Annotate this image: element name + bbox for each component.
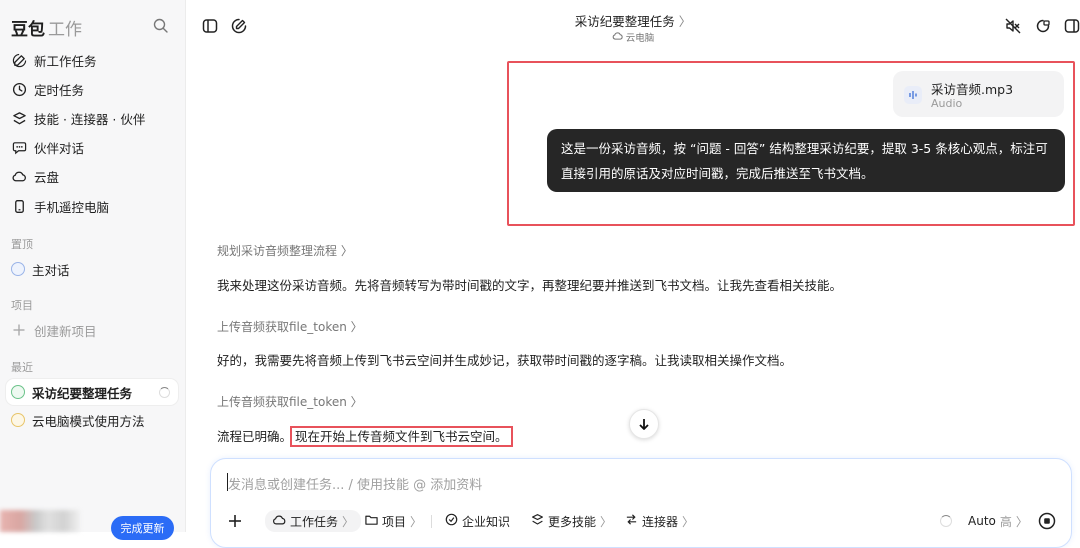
loading-spinner-icon <box>159 386 170 398</box>
chevron-right-icon: 〉 <box>410 514 423 529</box>
phone-icon <box>11 198 27 214</box>
connector-icon <box>625 513 638 529</box>
nav-new-task[interactable]: 新工作任务 <box>11 49 176 71</box>
nav-partner-chat[interactable]: 伙伴对话 <box>11 136 176 158</box>
enterprise-knowledge-label: 企业知识 <box>462 514 511 529</box>
plus-icon <box>229 515 241 527</box>
layers-icon <box>11 110 27 126</box>
section-projects-title: 项目 <box>11 299 33 312</box>
enterprise-knowledge-button[interactable]: 企业知识 <box>445 511 510 531</box>
section-pinned-title: 置顶 <box>11 238 33 251</box>
nav-scheduled-tasks[interactable]: 定时任务 <box>11 78 176 100</box>
brand-name: 豆包 <box>11 20 45 40</box>
pinned-item-label: 主对话 <box>32 262 70 278</box>
chat-avatar-icon <box>11 262 25 276</box>
more-skills-label: 更多技能 <box>548 514 597 529</box>
sidebar: 豆包 工作 新工作任务 定时任务 技能 · 连接器 · 伙伴 伙伴对话 云盘 手机… <box>0 0 186 540</box>
page-subtitle: 云电脑 <box>186 30 1080 44</box>
nav-skills[interactable]: 技能 · 连接器 · 伙伴 <box>11 107 176 129</box>
enterprise-icon <box>445 513 458 529</box>
window-icon[interactable] <box>1034 17 1052 35</box>
search-icon[interactable] <box>152 17 170 35</box>
nav-cloud-drive[interactable]: 云盘 <box>11 165 176 187</box>
nav-label: 定时任务 <box>34 82 85 98</box>
cloud-icon <box>612 31 623 44</box>
toolbar-divider <box>431 515 432 528</box>
step-label: 规划采访音频整理流程 <box>217 244 338 258</box>
model-label: Auto <box>968 514 996 528</box>
model-selector[interactable]: Auto 高〉 <box>940 511 1028 531</box>
nav-label: 手机遥控电脑 <box>34 199 110 215</box>
message-composer: 发消息或创建任务... / 使用技能 @ 添加资料 工作任务〉 项目〉 企业知识… <box>210 458 1072 548</box>
project-selector[interactable]: 项目〉 <box>365 511 422 531</box>
project-label: 项目 <box>382 514 407 529</box>
nav-label: 伙伴对话 <box>34 140 85 156</box>
panel-toggle-icon[interactable] <box>1063 17 1080 35</box>
folder-icon <box>365 514 378 529</box>
assistant-message: 流程已明确。 现在开始上传音频文件到飞书云空间。 <box>217 426 513 447</box>
add-attachment-button[interactable] <box>228 511 242 531</box>
update-button[interactable]: 完成更新 <box>111 516 174 540</box>
nav-label: 新工作任务 <box>34 53 97 69</box>
edit-icon <box>11 52 27 68</box>
task-status-icon <box>11 413 25 427</box>
step-label: 上传音频获取file_token <box>217 320 347 334</box>
create-project-button[interactable]: 创建新项目 <box>11 319 176 341</box>
annotation-highlight-box <box>507 61 1075 226</box>
assistant-message: 好的，我需要先将音频上传到飞书云空间并生成妙记，获取带时间戳的逐字稿。让我读取相… <box>217 353 793 368</box>
page-title[interactable]: 采访纪要整理任务 〉 <box>186 11 1080 30</box>
work-task-mode-button[interactable]: 工作任务〉 <box>265 510 362 532</box>
connectors-button[interactable]: 连接器〉 <box>625 511 694 531</box>
scroll-down-button[interactable] <box>629 409 659 439</box>
model-loading-icon <box>940 515 952 527</box>
task-status-icon <box>11 385 25 399</box>
nav-label: 技能 · 连接器 · 伙伴 <box>34 111 146 127</box>
chevron-right-icon: 〉 <box>337 244 353 258</box>
recent-item-label: 云电脑模式使用方法 <box>32 413 145 429</box>
top-bar: 采访纪要整理任务 〉 云电脑 <box>186 0 1080 50</box>
more-skills-button[interactable]: 更多技能〉 <box>531 511 612 531</box>
brand-subtitle: 工作 <box>48 20 82 40</box>
pinned-item-main-chat[interactable]: 主对话 <box>6 256 178 282</box>
step-header[interactable]: 上传音频获取file_token 〉 <box>217 393 363 410</box>
chat-icon <box>11 139 27 155</box>
message-input[interactable]: 发消息或创建任务... / 使用技能 @ 添加资料 <box>228 474 482 493</box>
connectors-label: 连接器 <box>642 514 679 529</box>
create-project-label: 创建新项目 <box>34 323 97 339</box>
arrow-down-icon <box>639 419 649 430</box>
task-title: 采访纪要整理任务 <box>574 14 675 29</box>
model-level-label: 高 <box>999 514 1012 529</box>
brand-logo[interactable]: 豆包 工作 <box>11 15 82 40</box>
user-avatar[interactable] <box>0 510 80 532</box>
assistant-message: 我来处理这份采访音频。先将音频转写为带时间戳的文字，再整理纪要并推送到飞书文档。… <box>217 278 843 293</box>
step-header[interactable]: 规划采访音频整理流程 〉 <box>217 242 353 259</box>
work-task-label: 工作任务 <box>290 514 339 529</box>
nav-label: 云盘 <box>34 169 60 185</box>
nav-phone-remote[interactable]: 手机遥控电脑 <box>11 195 176 217</box>
mute-icon[interactable] <box>1004 17 1022 35</box>
chevron-right-icon: 〉 <box>346 395 363 409</box>
chevron-right-icon: 〉 <box>1015 514 1028 529</box>
recent-item-interview-task[interactable]: 采访纪要整理任务 <box>6 379 178 405</box>
step-header[interactable]: 上传音频获取file_token 〉 <box>217 318 363 335</box>
recent-item-label: 采访纪要整理任务 <box>32 385 133 401</box>
step-label: 上传音频获取file_token <box>217 395 347 409</box>
section-recent-title: 最近 <box>11 361 33 374</box>
chevron-right-icon: 〉 <box>346 320 363 334</box>
stop-icon <box>1038 512 1056 530</box>
clock-icon <box>11 81 27 97</box>
chevron-right-icon: 〉 <box>674 14 692 29</box>
plus-icon <box>11 322 27 338</box>
cloud-icon <box>272 514 286 529</box>
recent-item-cloud-pc[interactable]: 云电脑模式使用方法 <box>6 407 178 433</box>
layers-icon <box>531 513 544 529</box>
subtitle-label: 云电脑 <box>625 33 655 44</box>
chevron-right-icon: 〉 <box>342 514 355 529</box>
stop-button[interactable] <box>1038 511 1056 531</box>
chevron-right-icon: 〉 <box>600 514 613 529</box>
highlighted-message-text: 现在开始上传音频文件到飞书云空间。 <box>290 426 513 447</box>
message-text: 流程已明确。 <box>217 429 293 444</box>
chevron-right-icon: 〉 <box>682 514 695 529</box>
cloud-icon <box>11 168 27 184</box>
